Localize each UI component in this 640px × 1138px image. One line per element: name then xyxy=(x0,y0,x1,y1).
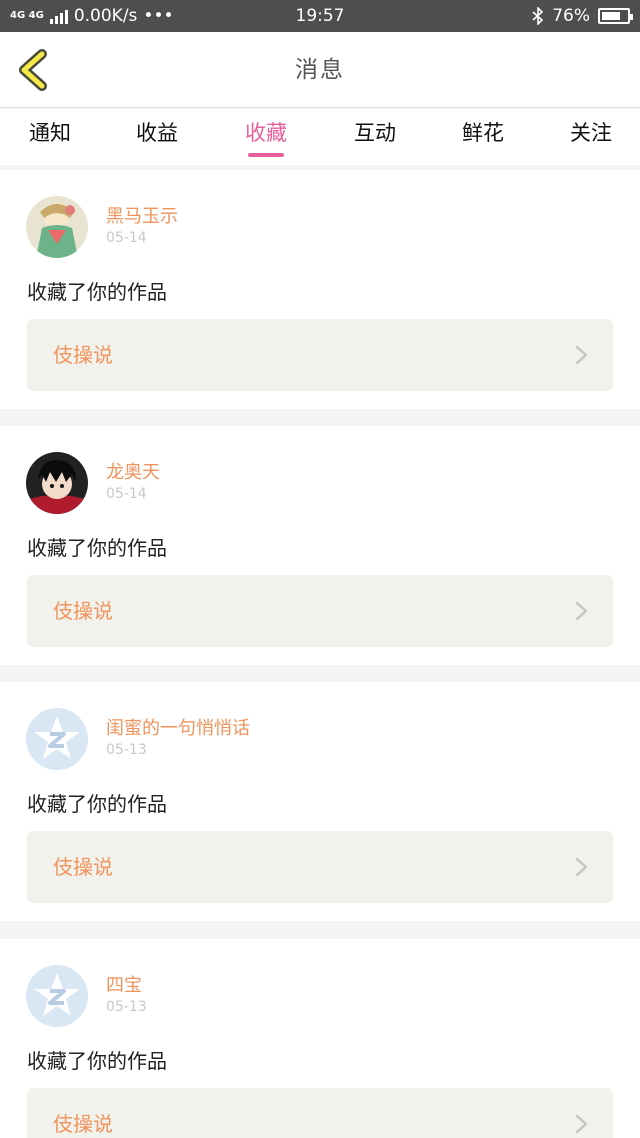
message-card: 龙奥天 05-14 收藏了你的作品 伎操说 xyxy=(0,426,640,665)
tab-label: 收藏 xyxy=(245,121,287,145)
chevron-right-icon xyxy=(575,857,588,877)
chevron-right-icon xyxy=(575,1114,588,1134)
avatar[interactable] xyxy=(26,196,88,258)
message-date: 05-14 xyxy=(106,230,147,246)
avatar[interactable] xyxy=(26,452,88,514)
work-link[interactable]: 伎操说 xyxy=(27,1088,613,1138)
status-right: 76% xyxy=(532,0,633,32)
message-card: 四宝 05-13 收藏了你的作品 伎操说 xyxy=(0,939,640,1138)
tab-bar: 通知 收益 收藏 互动 鲜花 关注 xyxy=(0,109,640,165)
message-card: 闺蜜的一句悄悄话 05-13 收藏了你的作品 伎操说 xyxy=(0,682,640,921)
tab-interaction[interactable]: 互动 xyxy=(325,109,425,165)
tab-notice[interactable]: 通知 xyxy=(0,109,100,165)
work-link[interactable]: 伎操说 xyxy=(27,319,613,391)
status-bar: 4G 4G 0.00K/s ••• 19:57 76% xyxy=(0,0,640,32)
default-star-avatar-icon xyxy=(26,965,88,1027)
avatar[interactable] xyxy=(26,708,88,770)
page-title: 消息 xyxy=(295,57,345,83)
user-name[interactable]: 黑马玉示 xyxy=(106,202,178,228)
user-name[interactable]: 闺蜜的一句悄悄话 xyxy=(106,714,250,740)
battery-percent: 76% xyxy=(552,6,590,26)
tab-label: 通知 xyxy=(29,121,71,145)
user-name[interactable]: 龙奥天 xyxy=(106,458,160,484)
avatar[interactable] xyxy=(26,965,88,1027)
battery-icon xyxy=(598,8,633,24)
message-text: 收藏了你的作品 xyxy=(27,1049,167,1073)
message-date: 05-13 xyxy=(106,742,147,758)
bluetooth-icon xyxy=(532,7,544,25)
anime-girl-avatar-icon xyxy=(26,196,88,258)
message-text: 收藏了你的作品 xyxy=(27,536,167,560)
chevron-right-icon xyxy=(575,601,588,621)
default-star-avatar-icon xyxy=(26,708,88,770)
black-hair-avatar-icon xyxy=(26,452,88,514)
work-link[interactable]: 伎操说 xyxy=(27,831,613,903)
work-title: 伎操说 xyxy=(53,1112,113,1136)
message-text: 收藏了你的作品 xyxy=(27,280,167,304)
tab-label: 收益 xyxy=(136,121,178,145)
message-text: 收藏了你的作品 xyxy=(27,792,167,816)
tab-label: 关注 xyxy=(570,121,612,145)
nav-header: 消息 xyxy=(0,32,640,108)
message-date: 05-14 xyxy=(106,486,147,502)
tab-follow[interactable]: 关注 xyxy=(541,109,640,165)
tab-earnings[interactable]: 收益 xyxy=(107,109,207,165)
work-title: 伎操说 xyxy=(53,599,113,623)
tab-favorites[interactable]: 收藏 xyxy=(216,109,316,165)
chevron-right-icon xyxy=(575,345,588,365)
user-name[interactable]: 四宝 xyxy=(106,971,142,997)
tab-flowers[interactable]: 鲜花 xyxy=(433,109,533,165)
work-title: 伎操说 xyxy=(53,855,113,879)
tab-label: 鲜花 xyxy=(462,121,504,145)
message-date: 05-13 xyxy=(106,999,147,1015)
active-tab-indicator xyxy=(248,153,284,157)
message-card: 黑马玉示 05-14 收藏了你的作品 伎操说 xyxy=(0,170,640,409)
work-title: 伎操说 xyxy=(53,343,113,367)
tab-label: 互动 xyxy=(354,121,396,145)
work-link[interactable]: 伎操说 xyxy=(27,575,613,647)
